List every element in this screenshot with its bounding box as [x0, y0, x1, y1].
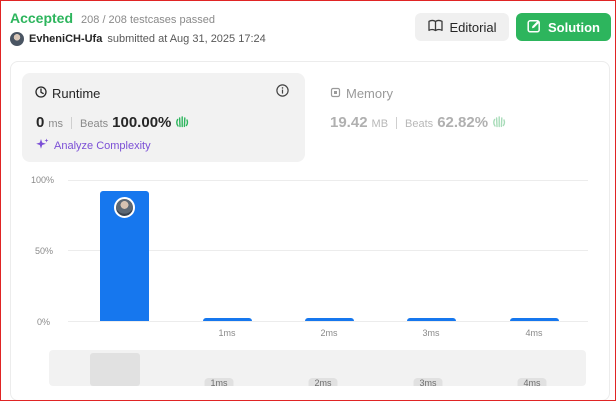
- memory-value: 19.42: [330, 114, 368, 131]
- runtime-unit: ms: [48, 118, 64, 130]
- memory-title[interactable]: Memory: [330, 86, 393, 101]
- analyze-complexity-link[interactable]: Analyze Complexity: [36, 138, 151, 153]
- runtime-title: Runtime: [35, 86, 100, 101]
- book-open-icon: [427, 19, 443, 35]
- waving-hands-icon: [492, 115, 506, 131]
- solution-button[interactable]: Solution: [516, 13, 611, 41]
- info-circle-icon[interactable]: [276, 84, 289, 102]
- memory-chip-icon: [330, 86, 341, 101]
- edit-square-icon: [527, 19, 541, 36]
- sparkle-icon: [36, 138, 49, 153]
- memory-beats-label: Beats: [405, 118, 434, 130]
- waving-hands-icon: [175, 115, 189, 131]
- divider: [396, 116, 398, 129]
- memory-title-text: Memory: [346, 86, 393, 101]
- accepted-label: Accepted: [10, 10, 74, 26]
- avatar: [114, 197, 135, 218]
- runtime-title-text: Runtime: [52, 86, 101, 101]
- overview-label: 3ms: [413, 378, 443, 388]
- avatar[interactable]: [10, 32, 24, 46]
- bar-1ms[interactable]: [202, 318, 252, 321]
- divider: [71, 116, 73, 129]
- submission-status: Accepted 208 / 208 testcases passed: [10, 10, 215, 26]
- submitter-info: EvheniCH-Ufa submitted at Aug 31, 2025 1…: [10, 32, 266, 46]
- runtime-beats-label: Beats: [80, 118, 109, 130]
- bar-4ms[interactable]: [509, 318, 559, 321]
- editorial-button[interactable]: Editorial: [415, 13, 509, 41]
- x-tick-label: 3ms: [422, 328, 440, 338]
- memory-beats-value: 62.82%: [437, 114, 489, 131]
- gridline: [68, 180, 588, 181]
- username-link[interactable]: EvheniCH-Ufa: [29, 33, 102, 45]
- bar-2ms[interactable]: [304, 318, 354, 321]
- testcases-passed: 208 / 208 testcases passed: [81, 14, 215, 26]
- runtime-value: 0: [36, 114, 45, 131]
- y-tick-label: 0%: [37, 317, 51, 327]
- x-tick-label: 1ms: [218, 328, 236, 338]
- runtime-beats-value: 100.00%: [112, 114, 172, 131]
- y-tick-label: 50%: [35, 246, 54, 256]
- x-tick-label: 4ms: [525, 328, 543, 338]
- solution-label: Solution: [548, 19, 600, 35]
- memory-unit: MB: [371, 118, 389, 130]
- overview-label: 2ms: [308, 378, 338, 388]
- x-tick-label: 2ms: [320, 328, 338, 338]
- overview-label: 1ms: [204, 378, 234, 388]
- clock-icon: [35, 86, 47, 101]
- gridline: [68, 321, 588, 322]
- bar-3ms[interactable]: [406, 318, 456, 321]
- memory-values: 19.42 MB Beats 62.82%: [330, 114, 506, 131]
- y-tick-label: 100%: [31, 175, 55, 185]
- editorial-label: Editorial: [449, 19, 497, 35]
- runtime-values: 0 ms Beats 100.00%: [36, 114, 189, 131]
- submitted-time: submitted at Aug 31, 2025 17:24: [107, 33, 266, 45]
- range-handle[interactable]: [90, 353, 140, 386]
- analyze-complexity-label: Analyze Complexity: [54, 139, 151, 152]
- overview-label: 4ms: [517, 378, 547, 388]
